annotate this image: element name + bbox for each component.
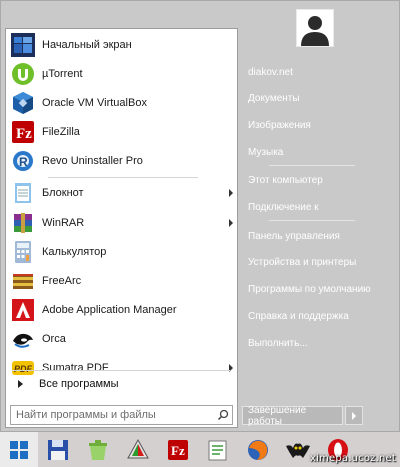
start-menu: Начальный экран µTorrent Oracle VM Virtu… [0, 0, 400, 432]
submenu-arrow-icon[interactable] [229, 189, 233, 197]
program-item-adobe[interactable]: Adobe Application Manager [8, 296, 237, 324]
link-pictures[interactable]: Изображения [248, 120, 311, 131]
taskbar-app-recycle[interactable] [78, 432, 118, 467]
notepad-icon [11, 181, 35, 205]
program-item-revo[interactable]: R Revo Uninstaller Pro [8, 147, 237, 175]
search-input[interactable] [11, 406, 214, 424]
shutdown-button[interactable]: Завершение работы [242, 405, 343, 427]
user-avatar[interactable] [296, 9, 334, 47]
link-connect-to[interactable]: Подключение к [248, 202, 319, 213]
program-item-calculator[interactable]: Калькулятор [8, 238, 237, 266]
pinned-separator [48, 177, 198, 178]
svg-text:Fz: Fz [171, 443, 185, 458]
link-default-programs[interactable]: Программы по умолчанию [248, 284, 371, 295]
program-label: FileZilla [42, 126, 80, 138]
bat-icon [286, 443, 310, 458]
taskbar-app-filezilla[interactable]: Fz [158, 432, 198, 467]
link-devices-printers[interactable]: Устройства и принтеры [248, 257, 356, 268]
program-label: µTorrent [42, 68, 83, 80]
link-music[interactable]: Музыка [248, 147, 283, 158]
recycle-bin-icon [89, 439, 107, 460]
watermark: ximepa.ucoz.net [309, 453, 396, 464]
program-label: WinRAR [42, 217, 85, 229]
taskbar-app-floppy[interactable] [38, 432, 78, 467]
program-item-winrar[interactable]: WinRAR [8, 209, 237, 237]
all-programs-label: Все программы [39, 378, 119, 390]
program-label: FreeArc [42, 275, 82, 287]
right-separator [269, 220, 355, 221]
submenu-arrow-icon[interactable] [229, 219, 233, 227]
firefox-icon [248, 439, 268, 460]
program-item-virtualbox[interactable]: Oracle VM VirtualBox [8, 89, 237, 117]
orca-icon [11, 327, 35, 351]
allprograms-separator [12, 370, 230, 371]
freearc-icon [11, 269, 35, 293]
program-label: Revo Uninstaller Pro [42, 155, 143, 167]
floppy-icon [48, 439, 68, 460]
program-item-start-screen[interactable]: Начальный экран [8, 31, 237, 59]
link-run[interactable]: Выполнить... [248, 338, 308, 349]
shutdown-options-button[interactable] [345, 406, 363, 425]
programs-panel: Начальный экран µTorrent Oracle VM Virtu… [5, 28, 238, 428]
windows-logo-icon [10, 440, 28, 459]
program-label: Блокнот [42, 187, 84, 199]
all-programs-button[interactable]: Все программы [8, 373, 237, 395]
program-item-utorrent[interactable]: µTorrent [8, 60, 237, 88]
utorrent-icon [11, 62, 35, 86]
winrar-icon [11, 211, 35, 235]
calculator-icon [11, 240, 35, 264]
start-button[interactable] [0, 432, 38, 467]
link-documents[interactable]: Документы [248, 93, 300, 104]
adobe-icon [11, 298, 35, 322]
expand-arrow-icon [18, 380, 23, 388]
program-label: Orca [42, 333, 66, 345]
link-username[interactable]: diakov.net [248, 67, 293, 78]
program-label: Калькулятор [42, 246, 107, 258]
program-label: Adobe Application Manager [42, 304, 177, 316]
svg-text:R: R [19, 155, 28, 169]
link-this-computer[interactable]: Этот компьютер [248, 175, 323, 186]
revo-uninstaller-icon: R [11, 149, 35, 173]
program-item-notepad[interactable]: Блокнот [8, 179, 237, 207]
program-label: Oracle VM VirtualBox [42, 97, 147, 109]
link-control-panel[interactable]: Панель управления [248, 231, 340, 242]
filezilla-icon: Fz [11, 120, 35, 144]
notepad-taskbar-icon [208, 440, 227, 460]
chevron-right-icon [352, 411, 356, 420]
clipart-icon [127, 438, 149, 458]
search-icon[interactable] [214, 406, 232, 424]
user-icon [301, 16, 329, 46]
virtualbox-icon [11, 91, 35, 115]
filezilla-taskbar-icon: Fz [168, 439, 188, 460]
link-help-support[interactable]: Справка и поддержка [248, 311, 349, 322]
search-box[interactable] [10, 405, 233, 425]
right-separator [269, 165, 355, 166]
program-item-freearc[interactable]: FreeArc [8, 267, 237, 295]
taskbar-app-notepad[interactable] [198, 432, 238, 467]
svg-text:Fz: Fz [16, 126, 32, 142]
taskbar-app-firefox[interactable] [238, 432, 278, 467]
program-item-orca[interactable]: Orca [8, 325, 237, 353]
program-item-filezilla[interactable]: Fz FileZilla [8, 118, 237, 146]
program-label: Начальный экран [42, 39, 132, 51]
start-screen-icon [11, 33, 35, 57]
taskbar-app-clipart[interactable] [118, 432, 158, 467]
